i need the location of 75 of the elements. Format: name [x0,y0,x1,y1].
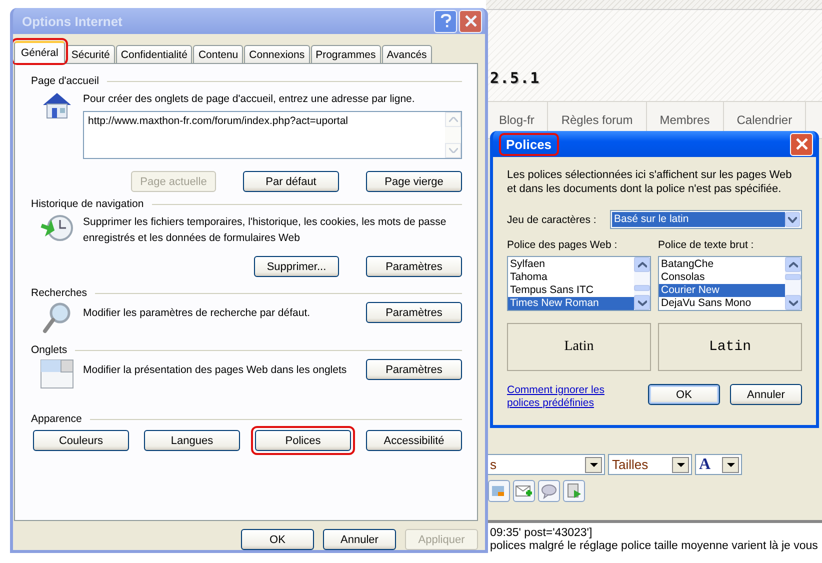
option-button[interactable]: Paramètres [366,256,462,277]
close-icon[interactable] [459,10,482,32]
settings-button[interactable]: Paramètres [366,359,462,380]
post-text: polices malgré le réglage police taille moyenne varient là je vous [490,540,819,553]
clock-arrow-icon [40,213,74,243]
size-select[interactable]: Tailles [608,454,692,475]
scroll-down-icon[interactable] [785,295,801,310]
dialog-description: Les polices sélectionnées ici s'affichent sur les pages Web et dans les documents dont la police n'est pas spécifiée. [507,168,793,196]
window-title: Options Internet [21,12,124,30]
font-list-item[interactable]: Consolas [659,271,785,284]
address-field[interactable]: http://www.maxthon-fr.com/forum/index.php?act=uportal [83,111,462,159]
tab[interactable]: Connexions [244,45,310,63]
section-description: Supprimer les fichiers temporaires, l'historique, les cookies, les mots de passe enregistrés et les données de formulaires Web [83,215,448,246]
tab[interactable]: Contenu [193,45,244,63]
section-heading: Recherches [31,287,88,299]
section-heading: Onglets [31,344,68,356]
font-list-item[interactable]: Tempus Sans ITC [508,284,634,297]
scrollbar[interactable] [785,257,801,310]
section-description: Modifier les paramètres de recherche par défaut. [83,306,310,320]
tab[interactable]: Programmes [310,45,381,63]
dialog-button[interactable]: OK [241,529,314,550]
charset-select[interactable]: Basé sur le latin [610,210,802,229]
magnifier-icon [42,302,72,334]
font-select[interactable]: s [486,454,605,475]
font-list-item[interactable]: Tahoma [508,271,634,284]
dialog-button[interactable]: OK [648,384,720,405]
font-list-item[interactable]: Times New Roman [508,297,634,310]
option-button[interactable]: Langues [144,430,240,451]
option-button[interactable]: Couleurs [33,430,129,451]
tab[interactable]: Confidentialité [116,45,192,63]
scrollbar-thumb[interactable] [785,274,801,280]
tab[interactable]: Général [14,41,66,63]
scrollbar-thumb[interactable] [634,285,650,291]
help-link[interactable]: Comment ignorer les polices prédéfinies [507,384,638,410]
option-button[interactable]: Accessibilité [366,430,462,451]
scroll-up-icon[interactable] [785,257,801,272]
font-list[interactable]: Sylfaen Tahoma Tempus Sans ITC Times New Roman [507,256,651,311]
speech-bubble-icon[interactable] [538,480,560,502]
section-heading: Page d'accueil [31,75,99,87]
dialog-button[interactable]: Annuler [730,384,802,405]
tab[interactable]: Sécurité [66,45,115,63]
section-description: Modifier la présentation des pages Web dans les onglets [83,362,347,378]
font-list-item[interactable]: BatangChe [659,258,785,271]
option-button[interactable]: Page vierge [366,171,462,192]
text-color-select[interactable]: A [695,454,742,475]
scrollbar[interactable] [634,257,650,310]
scroll-play-icon[interactable] [563,480,585,502]
scroll-down-icon[interactable] [634,295,650,310]
close-icon[interactable] [790,132,813,156]
font-list-item[interactable]: Sylfaen [508,258,634,271]
dialog-button[interactable]: Annuler [323,529,396,550]
section-description: Pour créer des onglets de page d'accueil, entrez une adresse par ligne. [83,92,416,107]
help-icon[interactable] [434,10,457,32]
font-list-item[interactable]: DejaVu Sans Mono [659,297,785,310]
tabbed-window-icon [40,359,74,389]
scroll-up-icon[interactable] [634,257,650,272]
font-preview: Latin [507,323,651,371]
logo-text: 2.5.1 [490,69,540,87]
envelope-add-icon[interactable] [513,480,535,502]
option-button[interactable]: Polices [255,430,351,451]
window-title: Polices [505,136,553,154]
settings-button[interactable]: Paramètres [366,302,462,323]
option-button[interactable]: Par défaut [243,171,339,192]
font-preview: Latin [658,323,802,371]
font-list[interactable]: BatangChe Consolas Courier New DejaVu Sans Mono [658,256,802,311]
tab[interactable]: Avancés [382,45,432,63]
post-text: 09:35' post='43023'] [490,527,594,540]
font-list-item[interactable]: Courier New [659,284,785,297]
section-heading: Historique de navigation [31,198,144,210]
image-icon[interactable] [488,480,510,502]
field-label: Jeu de caractères : [507,214,596,226]
list-label: Police des pages Web : [507,239,618,251]
list-label: Police de texte brut : [658,239,755,251]
section-heading: Apparence [31,413,82,425]
option-button[interactable]: Supprimer... [254,256,339,277]
